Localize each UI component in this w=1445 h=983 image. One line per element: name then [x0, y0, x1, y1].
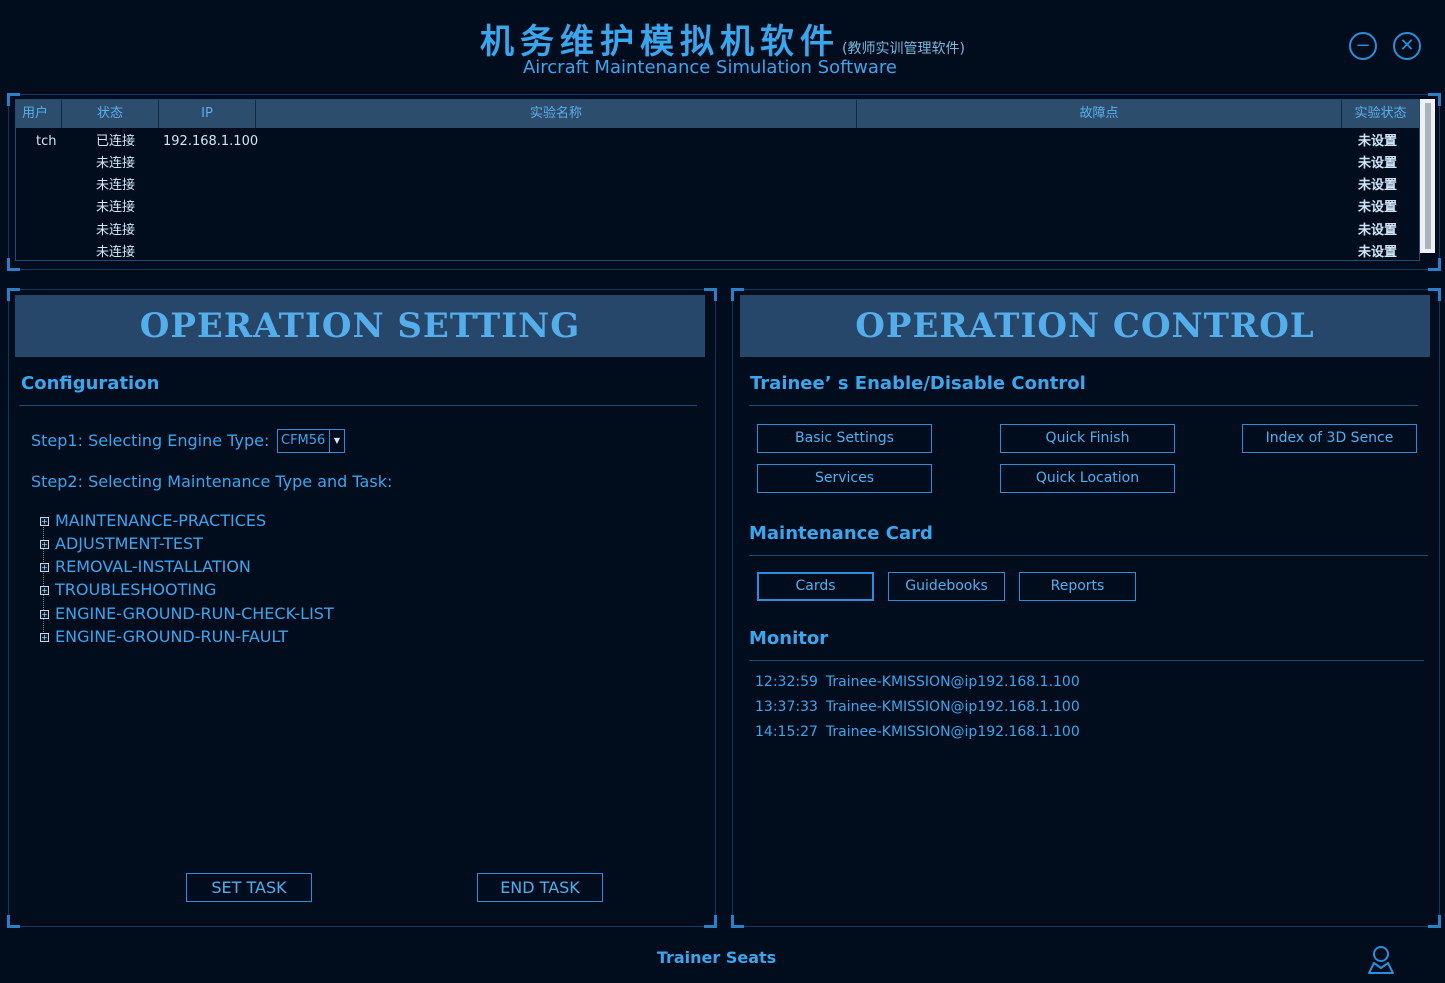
cell-user: tch — [36, 134, 57, 149]
divider — [749, 660, 1424, 661]
title-cn-main: 机务维护模拟机软件 — [480, 22, 841, 62]
minimize-button[interactable]: − — [1349, 32, 1377, 60]
tree-item-engine-ground-run-check-list[interactable]: + ENGINE-GROUND-RUN-CHECK-LIST — [40, 604, 334, 624]
monitor-message: Trainee-KMISSION@ip192.168.1.100 — [825, 699, 1080, 715]
tree-item-engine-ground-run-fault[interactable]: + ENGINE-GROUND-RUN-FAULT — [40, 627, 288, 647]
cell-ip: 192.168.1.100 — [163, 134, 259, 149]
expand-icon[interactable]: + — [40, 517, 49, 526]
col-exp-name[interactable]: 实验名称 — [256, 100, 857, 128]
maintenance-card-heading: Maintenance Card — [749, 523, 933, 544]
trainer-seats-label: Trainer Seats — [656, 948, 777, 967]
table-row[interactable]: 未连接 未设置 — [16, 242, 1419, 260]
divider — [19, 405, 697, 406]
cell-exp-status: 未设置 — [1358, 156, 1398, 171]
monitor-message: Trainee-KMISSION@ip192.168.1.100 — [825, 674, 1080, 690]
cell-status: 未连接 — [96, 156, 136, 171]
app-title-cn: 机务维护模拟机软件 (教师实训管理软件) — [0, 14, 1445, 63]
end-task-button[interactable]: END TASK — [477, 873, 603, 902]
monitor-entry: 12:32:59 Trainee-KMISSION@ip192.168.1.100 — [755, 674, 1080, 690]
expand-icon[interactable]: + — [40, 563, 49, 572]
expand-icon[interactable]: + — [40, 586, 49, 595]
cell-exp-status: 未设置 — [1358, 134, 1398, 149]
services-button[interactable]: Services — [757, 464, 932, 493]
table-scrollbar-thumb[interactable] — [1425, 103, 1431, 249]
operation-setting-title: OPERATION SETTING — [15, 295, 705, 357]
col-ip[interactable]: IP — [159, 100, 256, 128]
chevron-down-icon[interactable]: ▼ — [329, 430, 344, 452]
monitor-entry: 14:15:27 Trainee-KMISSION@ip192.168.1.100 — [755, 724, 1080, 740]
monitor-time: 14:15:27 — [755, 724, 818, 740]
monitor-entry: 13:37:33 Trainee-KMISSION@ip192.168.1.100 — [755, 699, 1080, 715]
table-header: 用户 状态 IP 实验名称 故障点 实验状态 — [16, 100, 1419, 128]
close-button[interactable]: ✕ — [1393, 32, 1421, 60]
monitor-message: Trainee-KMISSION@ip192.168.1.100 — [825, 724, 1080, 740]
cell-status: 已连接 — [96, 134, 136, 149]
table-row[interactable]: tch 已连接 192.168.1.100 未设置 — [16, 131, 1419, 153]
divider — [749, 555, 1428, 556]
engine-type-select[interactable]: CFM56 ▼ — [277, 429, 345, 453]
col-status[interactable]: 状态 — [62, 100, 159, 128]
minus-circle-icon: − — [1355, 35, 1371, 56]
trainee-table: 用户 状态 IP 实验名称 故障点 实验状态 tch 已连接 192.168.1… — [15, 99, 1420, 261]
operation-control-title: OPERATION CONTROL — [740, 295, 1430, 357]
set-task-button[interactable]: SET TASK — [186, 873, 312, 902]
close-circle-icon: ✕ — [1399, 35, 1415, 56]
table-row[interactable]: 未连接 未设置 — [16, 197, 1419, 219]
title-cn-sub: (教师实训管理软件) — [842, 41, 965, 57]
enable-control-heading: Trainee’ s Enable/Disable Control — [750, 373, 1086, 394]
guidebooks-button[interactable]: Guidebooks — [888, 572, 1005, 601]
tree-item-removal-installation[interactable]: + REMOVAL-INSTALLATION — [40, 557, 251, 577]
expand-icon[interactable]: + — [40, 540, 49, 549]
cell-exp-status: 未设置 — [1358, 245, 1398, 260]
cell-exp-status: 未设置 — [1358, 178, 1398, 193]
cell-exp-status: 未设置 — [1358, 223, 1398, 238]
cell-status: 未连接 — [96, 223, 136, 238]
cell-status: 未连接 — [96, 178, 136, 193]
basic-settings-button[interactable]: Basic Settings — [757, 424, 932, 453]
col-user[interactable]: 用户 — [16, 100, 62, 128]
configuration-heading: Configuration — [21, 373, 160, 394]
cell-status: 未连接 — [96, 200, 136, 215]
index-3d-scene-button[interactable]: Index of 3D Sence — [1242, 424, 1417, 453]
cell-status: 未连接 — [96, 245, 136, 260]
tree-item-adjustment-test[interactable]: + ADJUSTMENT-TEST — [40, 534, 203, 554]
table-row[interactable]: 未连接 未设置 — [16, 175, 1419, 197]
step2-label: Step2: Selecting Maintenance Type and Ta… — [31, 472, 393, 491]
expand-icon[interactable]: + — [40, 633, 49, 642]
divider — [749, 405, 1418, 406]
monitor-time: 12:32:59 — [755, 674, 818, 690]
table-row[interactable]: 未连接 未设置 — [16, 220, 1419, 242]
col-exp-status[interactable]: 实验状态 — [1342, 100, 1419, 128]
user-icon[interactable] — [1366, 944, 1396, 976]
cards-button[interactable]: Cards — [757, 572, 874, 601]
monitor-time: 13:37:33 — [755, 699, 818, 715]
monitor-heading: Monitor — [749, 628, 829, 649]
tree-item-troubleshooting[interactable]: + TROUBLESHOOTING — [40, 580, 216, 600]
quick-location-button[interactable]: Quick Location — [1000, 464, 1175, 493]
reports-button[interactable]: Reports — [1019, 572, 1136, 601]
step1-label: Step1: Selecting Engine Type: — [31, 431, 270, 450]
table-row[interactable]: 未连接 未设置 — [16, 153, 1419, 175]
engine-type-value: CFM56 — [281, 433, 326, 448]
col-fault[interactable]: 故障点 — [857, 100, 1342, 128]
tree-item-maintenance-practices[interactable]: + MAINTENANCE-PRACTICES — [40, 511, 266, 531]
quick-finish-button[interactable]: Quick Finish — [1000, 424, 1175, 453]
expand-icon[interactable]: + — [40, 610, 49, 619]
app-title-en: Aircraft Maintenance Simulation Software — [522, 57, 898, 78]
cell-exp-status: 未设置 — [1358, 200, 1398, 215]
